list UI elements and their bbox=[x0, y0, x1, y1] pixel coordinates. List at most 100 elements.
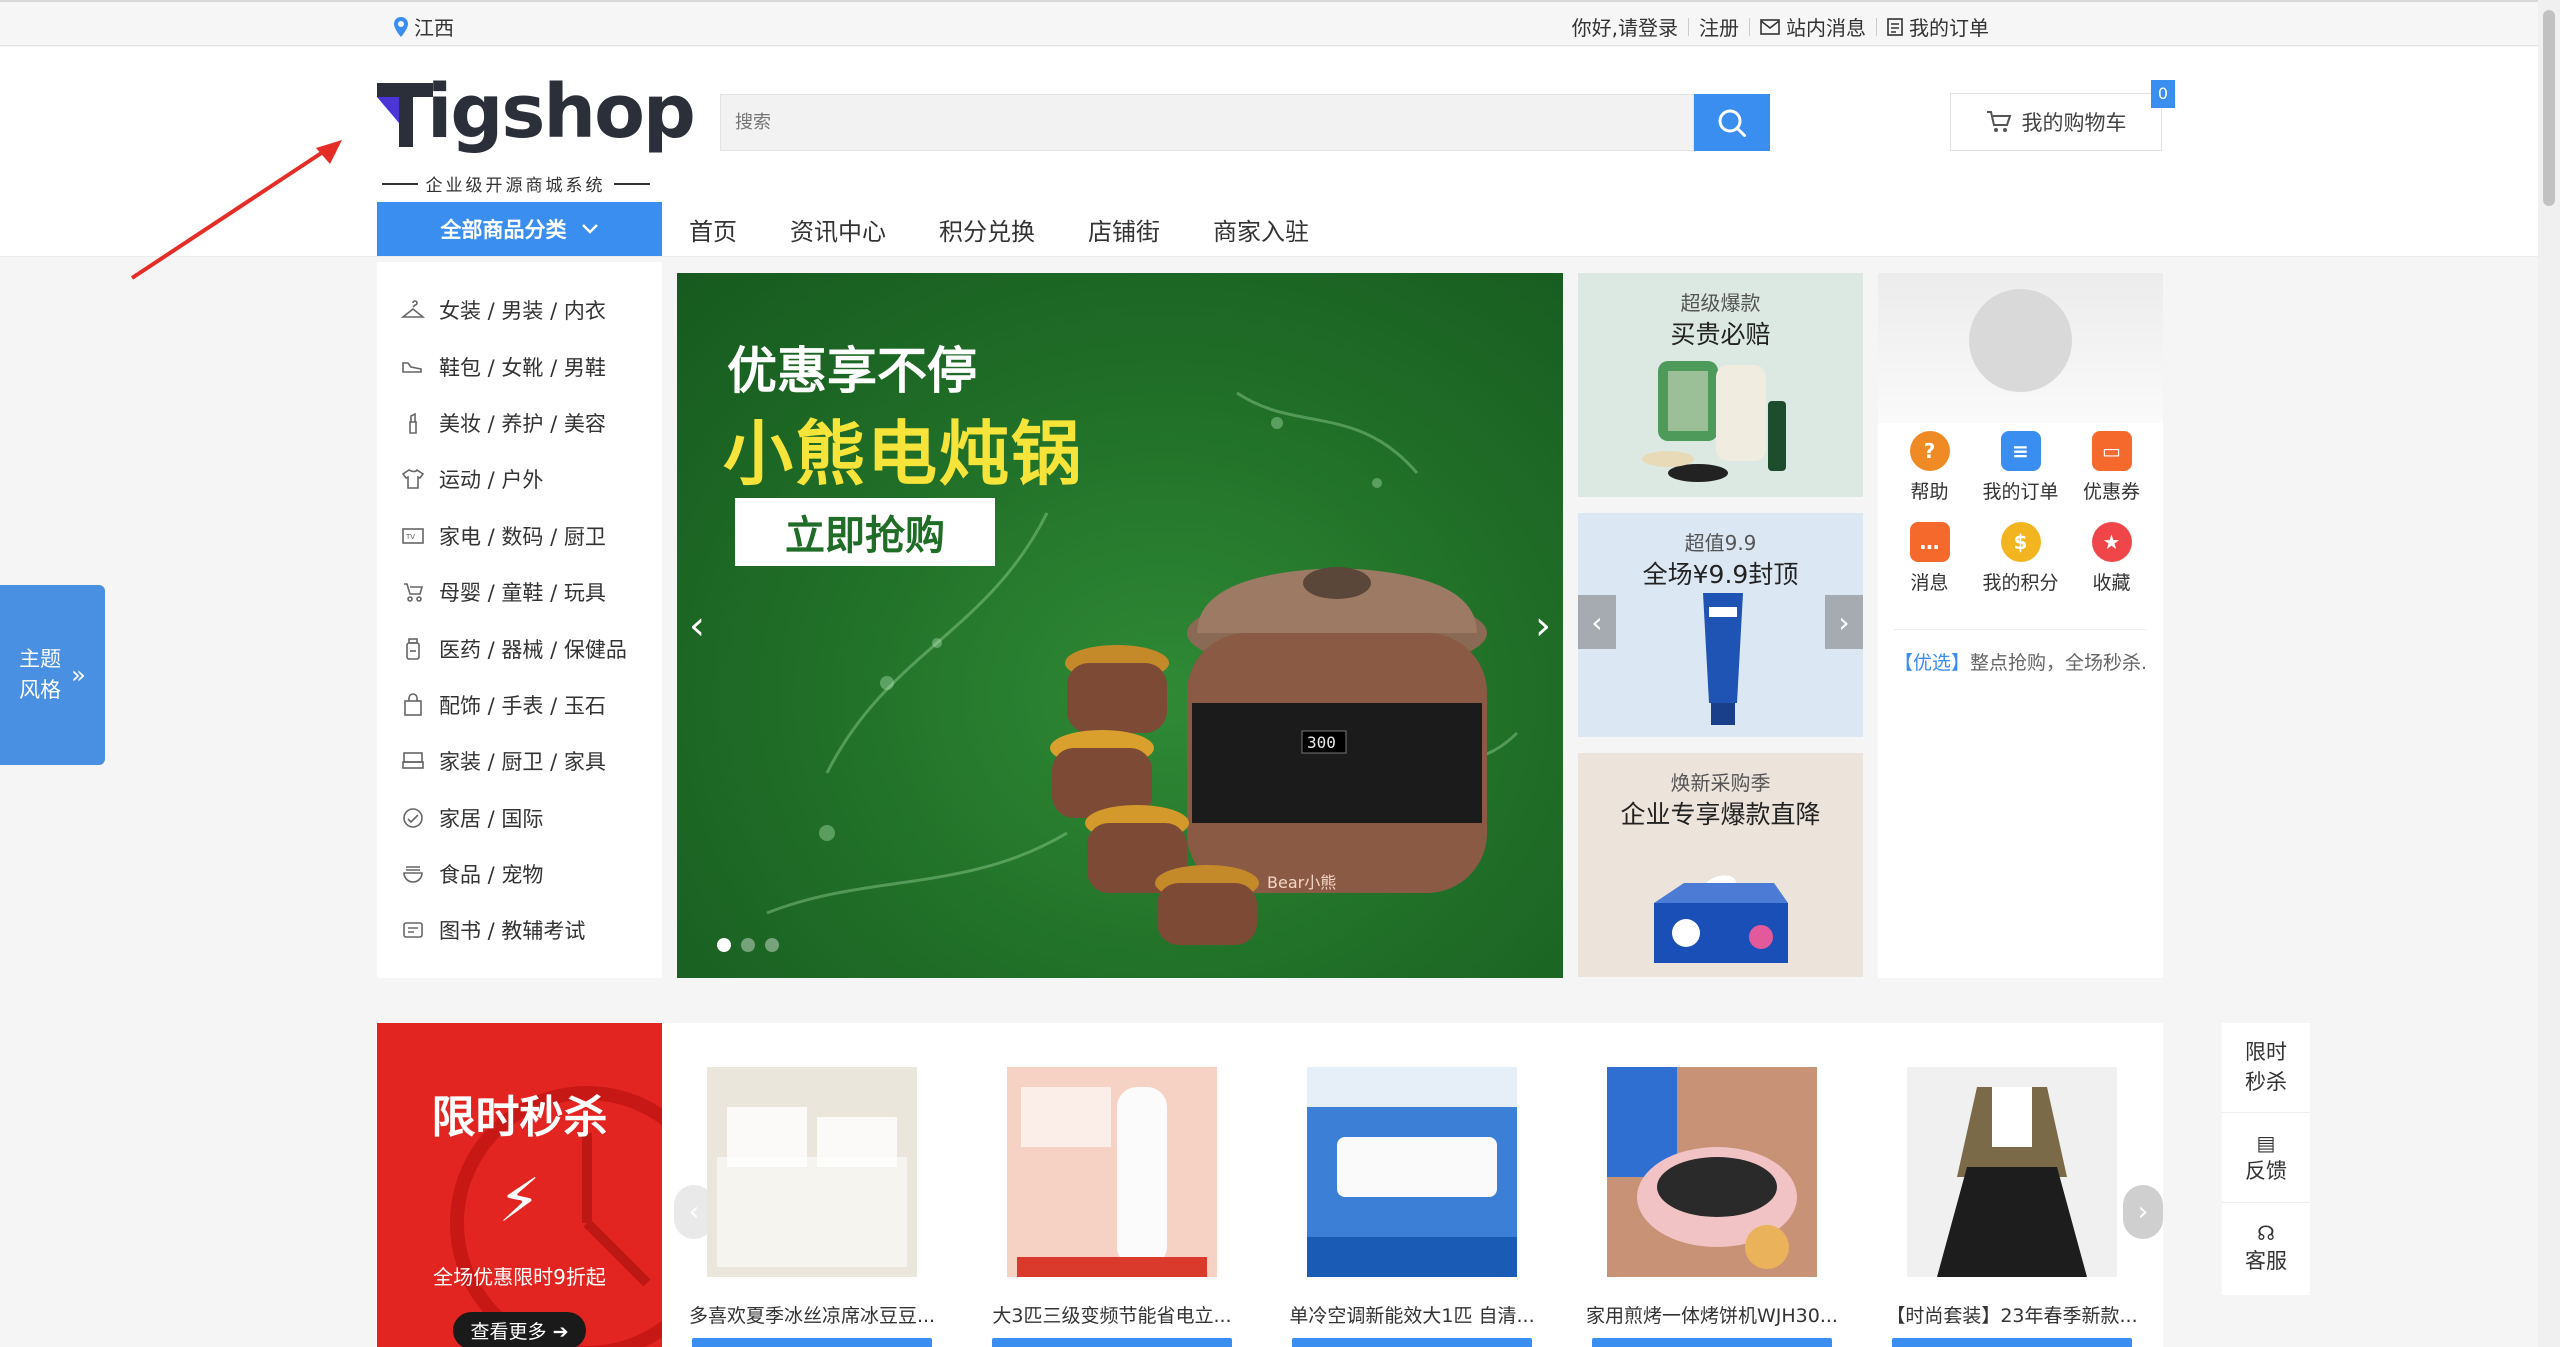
promo-next-button[interactable]: › bbox=[1825, 595, 1863, 649]
view-more-button[interactable]: 查看更多 ➔ bbox=[452, 1312, 587, 1347]
quick-link-coupons[interactable]: ▭ 优惠券 bbox=[2066, 431, 2157, 504]
promo-tile-9-9[interactable]: 超值9.9 全场¥9.9封顶 ‹ › bbox=[1578, 513, 1863, 737]
main-banner-carousel[interactable]: 优惠享不停 小熊电炖锅 立即抢购 300 Bear小熊 ‹ › bbox=[677, 273, 1563, 978]
lipstick-icon bbox=[409, 412, 417, 434]
location-selector[interactable]: 江西 bbox=[394, 12, 454, 41]
flash-sale-title: 限时秒杀 bbox=[431, 1092, 608, 1143]
product-name: 【时尚套装】23年春季新款... bbox=[1886, 1305, 2138, 1327]
banner-subtitle: 优惠享不停 bbox=[727, 342, 977, 400]
svg-text:TV: TV bbox=[405, 533, 415, 541]
slow-cooker-image: 300 Bear小熊 bbox=[1050, 567, 1487, 945]
promo-title: 全场¥9.9封顶 bbox=[1642, 560, 1799, 589]
category-item-furniture[interactable]: 家装 / 厨卫 / 家具 bbox=[377, 733, 662, 789]
category-item-shoes[interactable]: 鞋包 / 女靴 / 男鞋 bbox=[377, 338, 662, 394]
category-item-accessories[interactable]: 配饰 / 手表 / 玉石 bbox=[377, 677, 662, 733]
product-name: 单冷空调新能效大1匹 自清... bbox=[1289, 1305, 1535, 1327]
customer-service-button[interactable]: ☊ 客服 bbox=[2222, 1203, 2310, 1293]
flash-next-button[interactable]: › bbox=[2123, 1185, 2163, 1239]
divider bbox=[1688, 17, 1689, 36]
quick-link-messages[interactable]: … 消息 bbox=[1884, 522, 1975, 595]
banner-buy-now-button[interactable]: 立即抢购 bbox=[735, 498, 995, 566]
scrollbar-thumb[interactable] bbox=[2543, 10, 2555, 206]
category-item-electronics[interactable]: TV 家电 / 数码 / 厨卫 bbox=[377, 508, 662, 564]
category-item-clothing[interactable]: 女装 / 男装 / 内衣 bbox=[377, 282, 662, 338]
promo-subtitle: 超级爆款 bbox=[1680, 291, 1761, 315]
search-input[interactable] bbox=[720, 94, 1694, 151]
promo-title: 企业专享爆款直降 bbox=[1620, 800, 1821, 829]
pagination-dot[interactable] bbox=[765, 938, 779, 952]
product-card[interactable]: 【时尚套装】23年春季新款... bbox=[1877, 1067, 2147, 1347]
quick-link-help[interactable]: ? 帮助 bbox=[1884, 431, 1975, 504]
flash-sale-shortcut[interactable]: 限时秒杀 bbox=[2222, 1023, 2310, 1113]
avatar[interactable] bbox=[1969, 289, 2072, 392]
promo-prev-button[interactable]: ‹ bbox=[1578, 595, 1616, 649]
logo-t-mark bbox=[377, 83, 433, 147]
search-button[interactable] bbox=[1694, 94, 1770, 151]
site-logo[interactable]: igshop 企业级开源商城系统 bbox=[377, 75, 696, 196]
messages-link[interactable]: 站内消息 bbox=[1760, 12, 1866, 41]
hanger-icon bbox=[401, 300, 425, 318]
quick-link-favorites[interactable]: ★ 收藏 bbox=[2066, 522, 2157, 595]
category-item-medicine[interactable]: 医药 / 器械 / 保健品 bbox=[377, 620, 662, 676]
orders-link[interactable]: 我的订单 bbox=[1887, 12, 1989, 41]
product-card[interactable]: 单冷空调新能效大1匹 自清... bbox=[1277, 1067, 1547, 1347]
feedback-button[interactable]: ▤ 反馈 bbox=[2222, 1113, 2310, 1203]
category-item-home[interactable]: 家居 / 国际 bbox=[377, 790, 662, 846]
theme-label-line2: 风格 bbox=[19, 678, 62, 702]
location-label: 江西 bbox=[414, 16, 454, 40]
product-card[interactable]: 多喜欢夏季冰丝凉席冰豆豆... bbox=[677, 1067, 947, 1347]
nav-link-news[interactable]: 资讯中心 bbox=[790, 212, 886, 247]
divider bbox=[1876, 17, 1877, 36]
category-item-food[interactable]: 食品 / 宠物 bbox=[377, 846, 662, 902]
nav-link-points[interactable]: 积分兑换 bbox=[939, 212, 1035, 247]
category-label: 运动 / 户外 bbox=[439, 468, 544, 493]
banner-next-arrow[interactable]: › bbox=[1535, 603, 1551, 649]
product-progress-bar bbox=[1892, 1338, 2132, 1347]
flash-sale-panel[interactable]: 限时秒杀 ⚡ 全场优惠限时9折起 查看更多 ➔ bbox=[377, 1023, 662, 1347]
quick-link-points[interactable]: $ 我的积分 bbox=[1975, 522, 2066, 595]
question-icon: ? bbox=[1909, 431, 1950, 471]
star-icon: ★ bbox=[2091, 522, 2132, 562]
cart-label: 我的购物车 bbox=[2021, 111, 2127, 135]
nav-link-home[interactable]: 首页 bbox=[689, 212, 737, 247]
order-icon: ≡ bbox=[2000, 431, 2041, 471]
fashion-products-image bbox=[1642, 361, 1786, 482]
nav-link-shops[interactable]: 店铺街 bbox=[1088, 212, 1160, 247]
tv-icon: TV bbox=[402, 527, 424, 544]
cart-button[interactable]: 我的购物车 0 bbox=[1950, 80, 2175, 151]
category-item-baby[interactable]: 母婴 / 童鞋 / 玩具 bbox=[377, 564, 662, 620]
quick-link-label: 消息 bbox=[1910, 572, 1949, 594]
theme-style-button[interactable]: 主题 风格 » bbox=[0, 585, 105, 765]
coupon-icon: ▭ bbox=[2091, 431, 2132, 471]
main-nav: 全部商品分类 首页 资讯中心 积分兑换 店铺街 商家入驻 bbox=[377, 202, 1309, 256]
orders-label: 我的订单 bbox=[1909, 16, 1989, 40]
product-card[interactable]: 家用煎烤一体烤饼机WJH30... bbox=[1577, 1067, 1847, 1347]
login-link[interactable]: 你好,请登录 bbox=[1572, 12, 1678, 41]
page-scrollbar[interactable] bbox=[2538, 0, 2560, 1347]
floating-toolbar: 限时秒杀 ▤ 反馈 ☊ 客服 bbox=[2222, 1023, 2310, 1295]
nav-link-merchant[interactable]: 商家入驻 bbox=[1213, 212, 1309, 247]
pagination-dot[interactable] bbox=[741, 938, 755, 952]
notice-item[interactable]: 【优选】整点抢购，全场秒杀... bbox=[1894, 629, 2147, 675]
quick-link-orders[interactable]: ≡ 我的订单 bbox=[1975, 431, 2066, 504]
location-pin-icon bbox=[394, 16, 408, 37]
all-categories-button[interactable]: 全部商品分类 bbox=[377, 202, 662, 256]
globe-icon bbox=[403, 807, 423, 828]
promo-tile-enterprise[interactable]: 焕新采购季 企业专享爆款直降 bbox=[1578, 753, 1863, 977]
product-card[interactable]: 大3匹三级变频节能省电立... bbox=[977, 1067, 1247, 1347]
mail-icon bbox=[1760, 18, 1780, 35]
category-item-sports[interactable]: 运动 / 户外 bbox=[377, 451, 662, 507]
pagination-dot[interactable] bbox=[717, 938, 731, 952]
promo-tile-guarantee[interactable]: 超级爆款 买贵必赔 bbox=[1578, 273, 1863, 497]
coins-icon: $ bbox=[2000, 522, 2041, 562]
flash-sale-desc: 全场优惠限时9折起 bbox=[433, 1265, 606, 1289]
shoe-icon bbox=[402, 361, 422, 373]
product-name: 大3匹三级变频节能省电立... bbox=[992, 1305, 1232, 1327]
quick-link-label: 我的订单 bbox=[1982, 481, 2059, 503]
double-chevron-right-icon: » bbox=[71, 661, 86, 689]
banner-prev-arrow[interactable]: ‹ bbox=[689, 603, 705, 649]
search-bar bbox=[720, 94, 1770, 151]
register-link[interactable]: 注册 bbox=[1699, 12, 1739, 41]
category-item-books[interactable]: 图书 / 教辅考试 bbox=[377, 902, 662, 958]
category-item-beauty[interactable]: 美妆 / 养护 / 美容 bbox=[377, 395, 662, 451]
